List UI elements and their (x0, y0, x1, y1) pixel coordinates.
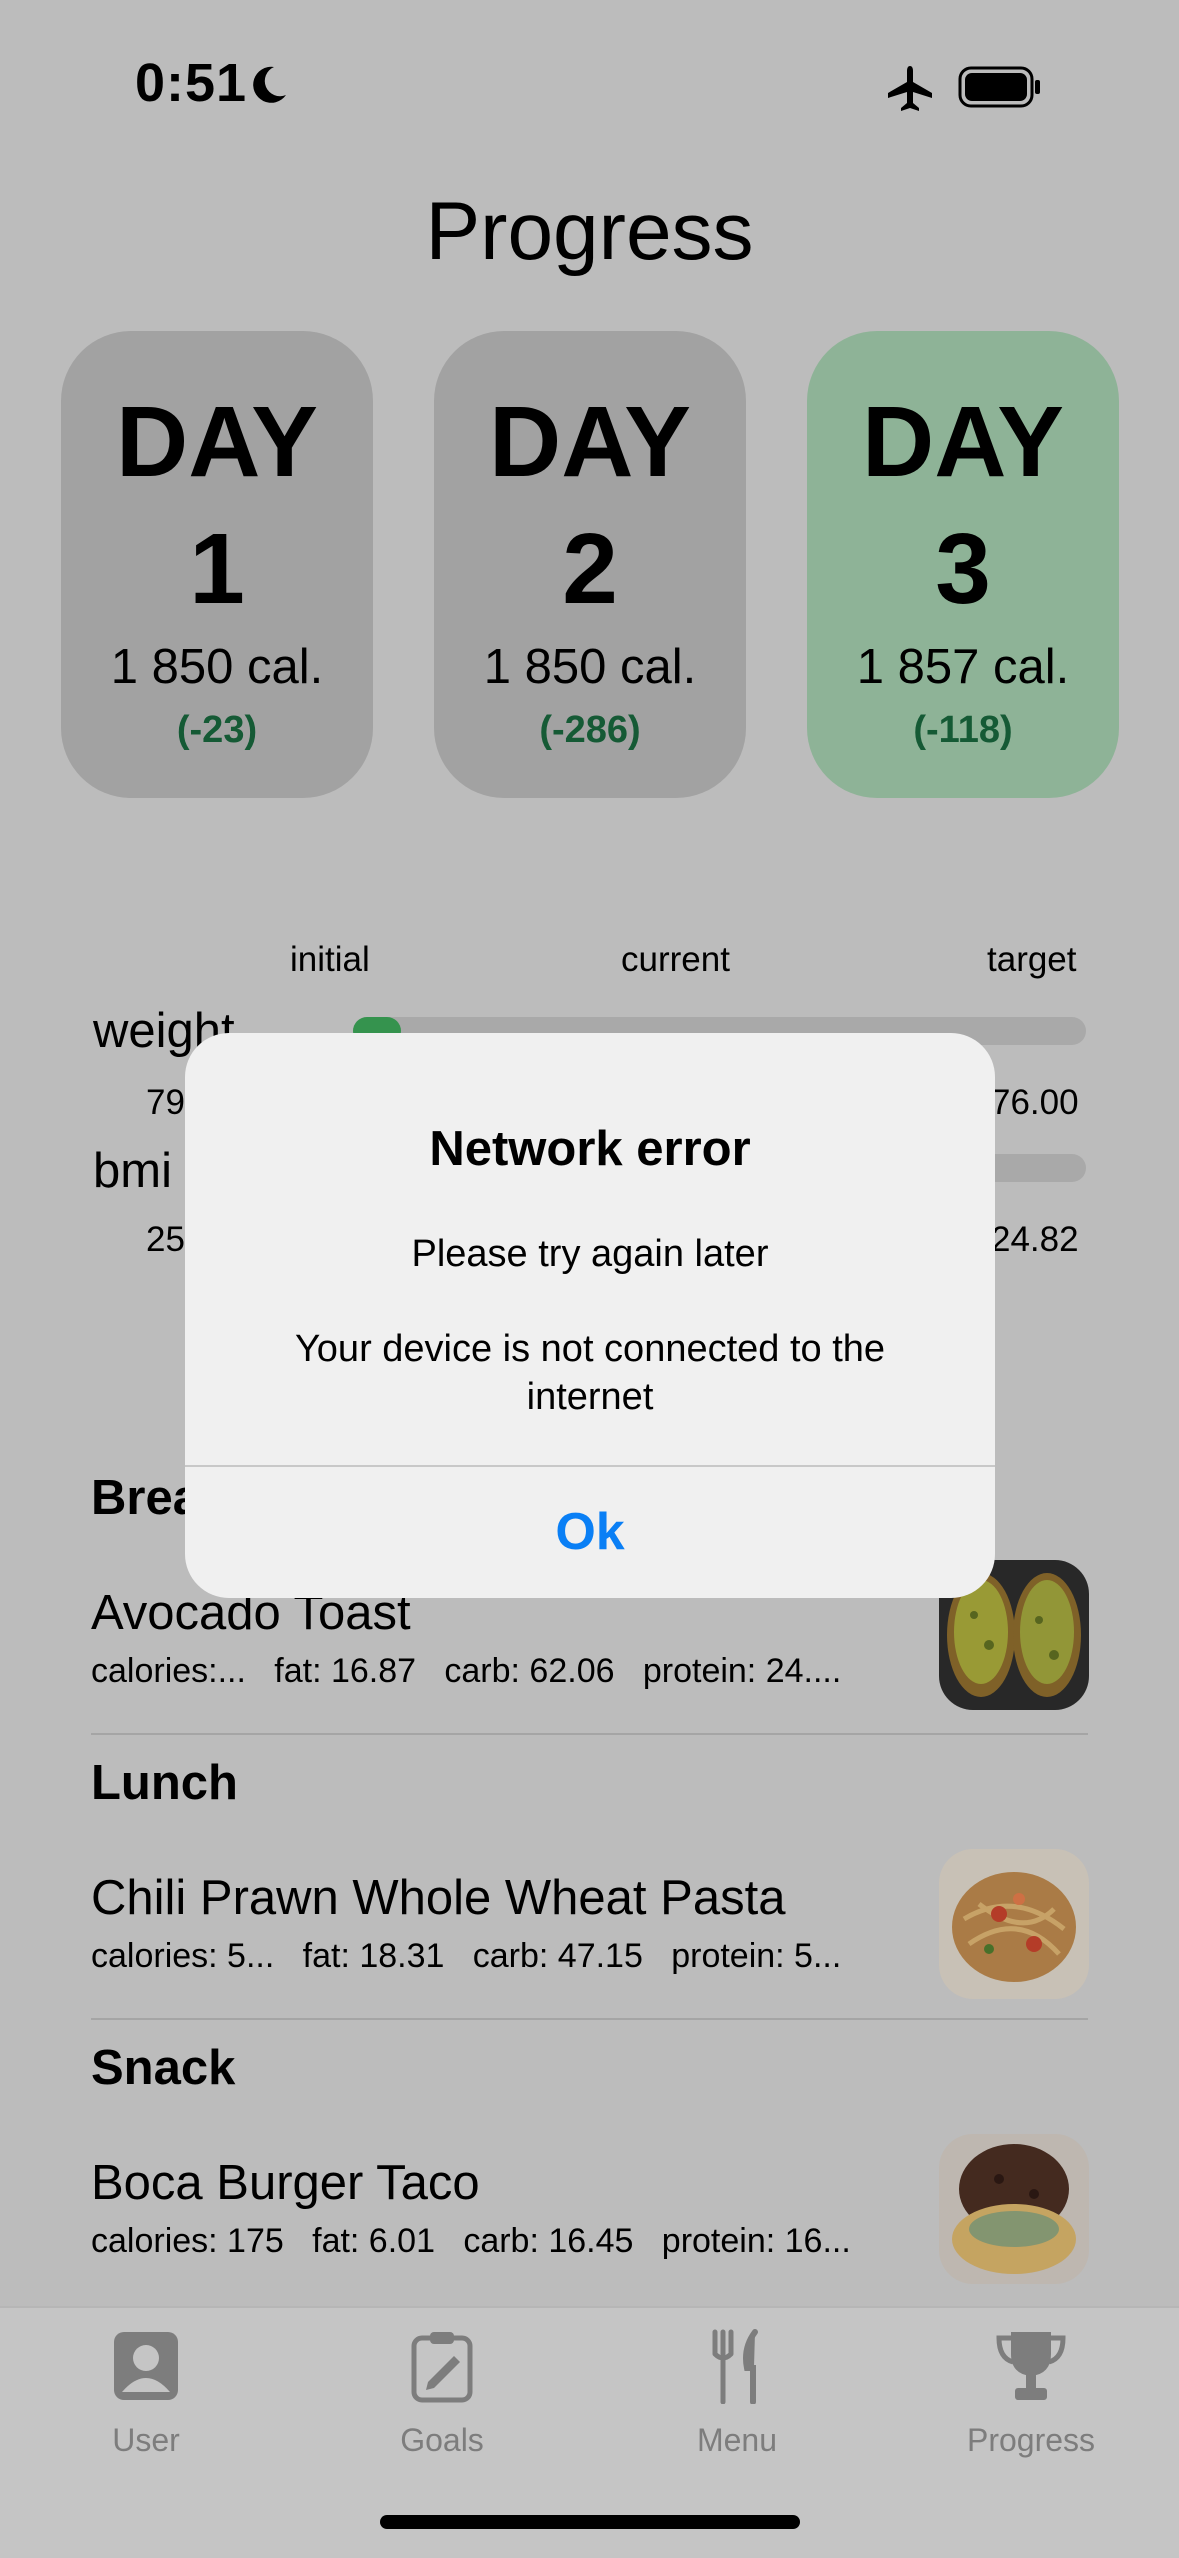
alert-title: Network error (429, 1122, 751, 1176)
trophy-icon (996, 2332, 1066, 2400)
tab-label: User (112, 2422, 180, 2458)
fork-knife-icon (712, 2329, 758, 2404)
clipboard-icon (411, 2332, 473, 2403)
tab-label: Goals (400, 2422, 484, 2458)
tab-label: Progress (966, 2422, 1096, 2458)
tab-label: Menu (696, 2422, 778, 2458)
tab-goals[interactable]: Goals (332, 2328, 552, 2459)
alert-message: Please try again later (411, 1233, 769, 1275)
alert-detail: Your device is not connected to the inte… (294, 1328, 886, 1418)
tab-user[interactable]: User (36, 2328, 256, 2459)
user-icon (114, 2332, 178, 2400)
home-indicator[interactable] (380, 2515, 800, 2529)
tab-progress[interactable]: Progress (921, 2328, 1141, 2459)
tab-menu[interactable]: Menu (627, 2328, 847, 2459)
network-error-alert: Network error Please try again later You… (185, 1033, 995, 1598)
ok-button[interactable]: Ok (185, 1467, 995, 1598)
